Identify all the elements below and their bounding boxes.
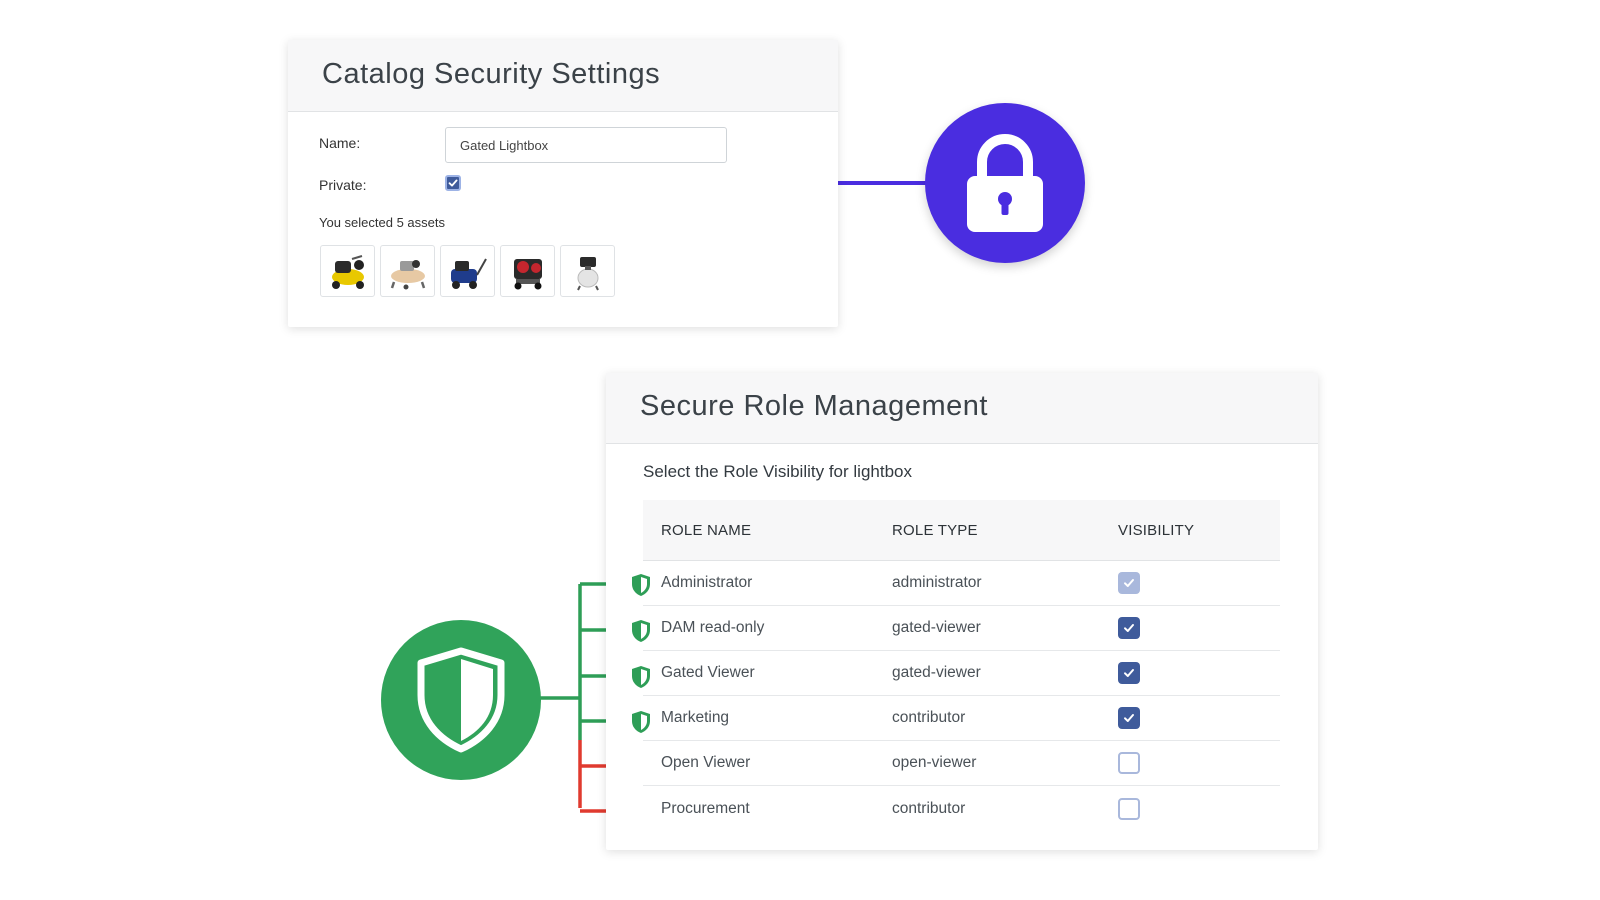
asset-thumbnail[interactable] <box>500 245 555 297</box>
role-name-cell: Open Viewer <box>661 754 751 771</box>
table-row: Marketing contributor <box>643 696 1280 741</box>
checkmark-icon <box>1124 624 1134 632</box>
visibility-checkbox[interactable] <box>1118 797 1140 820</box>
table-row: Procurement contributor <box>643 786 1280 831</box>
row-shield-icon <box>632 574 650 596</box>
role-type-header: ROLE TYPE <box>892 521 978 539</box>
visibility-checkbox[interactable] <box>1118 662 1140 684</box>
red-air-compressor-icon <box>513 259 542 290</box>
visibility-checkbox[interactable] <box>1118 572 1140 594</box>
checkmark-icon <box>1124 579 1134 587</box>
asset-thumbnail[interactable] <box>560 245 615 297</box>
role-type-cell: gated-viewer <box>892 664 981 681</box>
table-row: Open Viewer open-viewer <box>643 741 1280 786</box>
yellow-air-compressor-icon <box>331 255 364 289</box>
lock-badge <box>925 103 1085 263</box>
catalog-card-title: Catalog Security Settings <box>322 58 661 90</box>
catalog-card-header: Catalog Security Settings <box>288 40 838 112</box>
shield-to-roles-arrows <box>540 582 612 813</box>
private-checkbox[interactable] <box>445 175 461 191</box>
visibility-checkbox[interactable] <box>1118 617 1140 639</box>
checkmark-icon <box>1124 669 1134 677</box>
table-row: DAM read-only gated-viewer <box>643 606 1280 651</box>
selected-assets-list <box>320 245 615 297</box>
lock-icon <box>967 134 1043 232</box>
role-type-cell: open-viewer <box>892 754 977 771</box>
visibility-checkbox[interactable] <box>1118 752 1140 774</box>
beige-air-compressor-icon <box>390 260 425 290</box>
role-name-cell: Administrator <box>661 574 753 591</box>
row-shield-icon <box>632 711 650 733</box>
role-type-cell: administrator <box>892 574 982 591</box>
role-card-header: Secure Role Management <box>606 373 1318 444</box>
name-input[interactable]: Gated Lightbox <box>445 127 727 163</box>
blue-air-compressor-icon <box>450 258 487 289</box>
catalog-security-settings-card: Catalog Security Settings Name: Gated Li… <box>288 40 838 327</box>
shield-badge <box>381 620 541 780</box>
table-row: Administrator administrator <box>643 561 1280 606</box>
row-shield-icon <box>632 620 650 642</box>
role-name-cell: Marketing <box>661 709 730 726</box>
private-label: Private: <box>319 177 367 193</box>
role-visibility-subtitle: Select the Role Visibility for lightbox <box>643 462 912 481</box>
role-table: ROLE NAME ROLE TYPE VISIBILITY Administr… <box>643 500 1280 831</box>
role-name-cell: Gated Viewer <box>661 664 755 681</box>
role-type-cell: contributor <box>892 709 966 726</box>
role-type-cell: contributor <box>892 799 966 817</box>
visibility-checkbox[interactable] <box>1118 707 1140 729</box>
role-card-title: Secure Role Management <box>640 390 988 422</box>
asset-thumbnail[interactable] <box>440 245 495 297</box>
secure-role-management-card: Secure Role Management Select the Role V… <box>606 373 1318 850</box>
role-type-cell: gated-viewer <box>892 619 981 636</box>
visibility-header: VISIBILITY <box>1118 521 1195 539</box>
role-name-cell: DAM read-only <box>661 619 765 636</box>
role-name-header: ROLE NAME <box>661 521 752 539</box>
checkmark-icon <box>1124 714 1134 722</box>
role-name-cell: Procurement <box>661 799 750 817</box>
asset-thumbnail[interactable] <box>320 245 375 297</box>
table-row: Gated Viewer gated-viewer <box>643 651 1280 696</box>
role-table-header: ROLE NAME ROLE TYPE VISIBILITY <box>643 500 1280 561</box>
shield-icon <box>417 647 505 753</box>
row-shield-icon <box>632 666 650 688</box>
selected-assets-count: You selected 5 assets <box>319 215 445 230</box>
white-air-compressor-icon <box>576 257 599 291</box>
name-label: Name: <box>319 135 361 151</box>
checkmark-icon <box>448 179 458 187</box>
asset-thumbnail[interactable] <box>380 245 435 297</box>
